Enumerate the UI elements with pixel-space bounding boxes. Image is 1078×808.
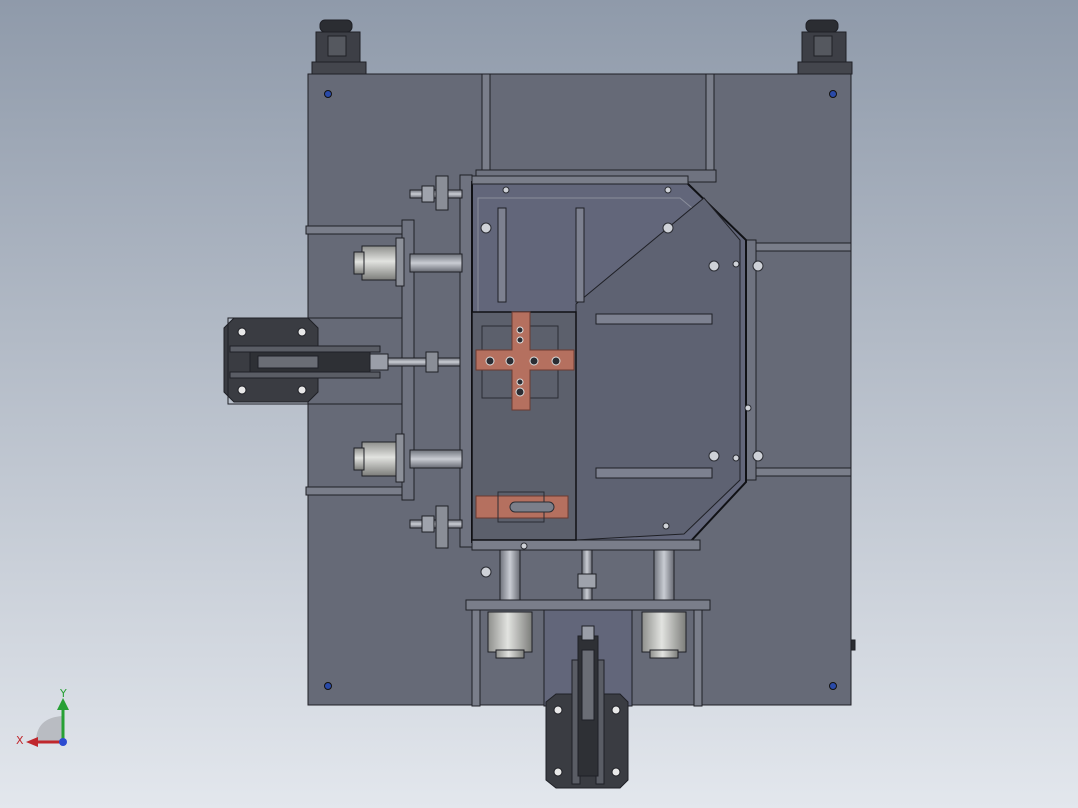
bolt-icon (324, 682, 332, 690)
copper-slot (509, 501, 555, 513)
bottom-carriage-plate[interactable] (465, 599, 711, 611)
triad-x-label: X (16, 734, 24, 747)
fixture-bottom-bar (471, 539, 701, 551)
right-edge-connector (850, 639, 856, 651)
fixture-assembly[interactable] (223, 19, 856, 789)
left-guide-plate (459, 174, 473, 548)
fixture-top-bar (471, 175, 689, 185)
bolt-icon (829, 90, 837, 98)
bolt-icon (829, 682, 837, 690)
bolt-icon (324, 90, 332, 98)
graphics-viewport[interactable]: Y X (0, 0, 1078, 808)
triad-y-label: Y (59, 687, 67, 700)
